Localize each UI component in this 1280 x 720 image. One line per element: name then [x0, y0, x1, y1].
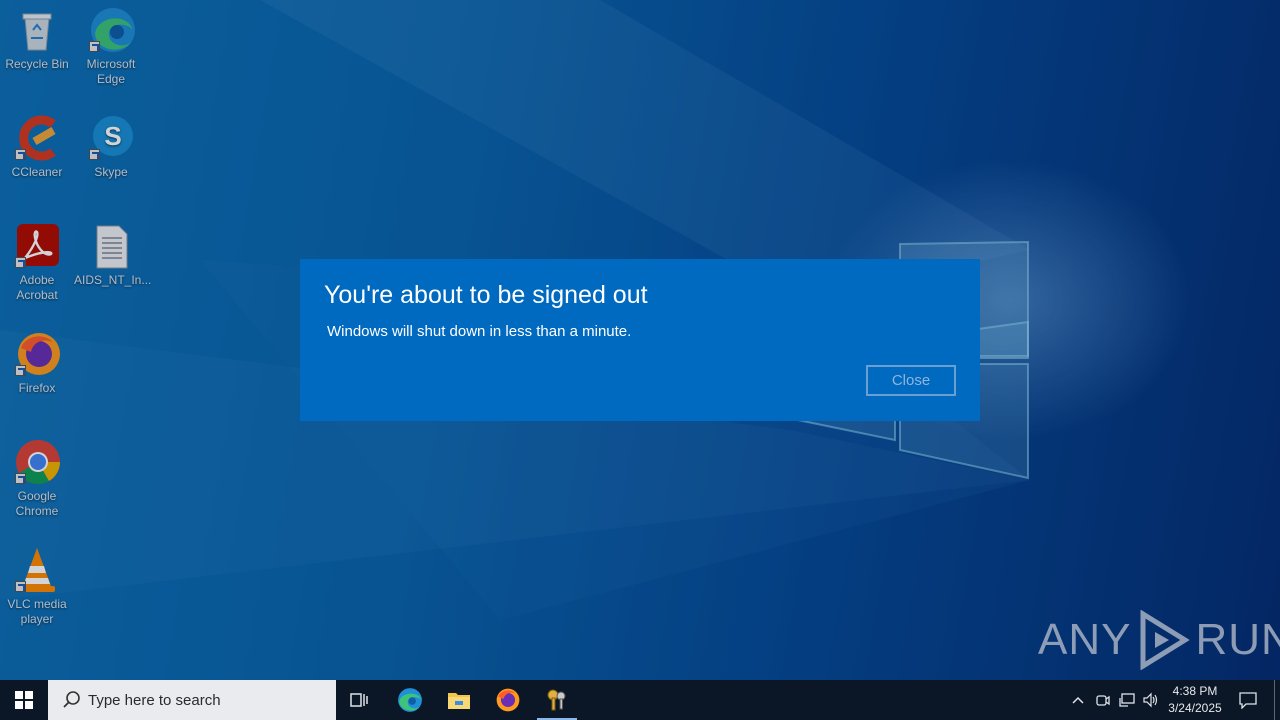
clock-time: 4:38 PM	[1172, 684, 1218, 698]
task-view-icon	[350, 693, 368, 707]
keys-app-icon	[547, 689, 566, 711]
taskbar-firefox-button[interactable]	[484, 680, 532, 720]
taskbar-explorer-button[interactable]	[435, 680, 483, 720]
start-button[interactable]	[0, 680, 48, 720]
meet-now-icon	[1096, 695, 1110, 706]
tray-app-button[interactable]	[1092, 680, 1114, 720]
action-center-button[interactable]	[1234, 680, 1262, 720]
search-placeholder: Type here to search	[88, 691, 221, 709]
clock-date: 3/24/2025	[1168, 701, 1222, 715]
search-icon	[63, 691, 80, 708]
network-button[interactable]	[1116, 680, 1138, 720]
volume-button[interactable]	[1140, 680, 1162, 720]
taskbar-edge-button[interactable]	[386, 680, 434, 720]
taskbar-clock[interactable]: 4:38 PM 3/24/2025	[1162, 683, 1228, 717]
windows-start-icon	[15, 691, 33, 709]
close-button[interactable]: Close	[866, 365, 956, 396]
dialog-message: Windows will shut down in less than a mi…	[327, 323, 632, 340]
chevron-up-icon	[1072, 696, 1084, 704]
taskbar-keys-app-button[interactable]	[533, 680, 581, 720]
firefox-icon	[496, 688, 520, 712]
taskbar: Type here to search 4:38 PM 3/24/2025	[0, 680, 1280, 720]
dialog-title: You're about to be signed out	[324, 281, 648, 309]
task-view-button[interactable]	[336, 680, 384, 720]
show-hidden-icons-button[interactable]	[1068, 680, 1088, 720]
taskbar-search-box[interactable]: Type here to search	[48, 680, 336, 720]
volume-icon	[1143, 692, 1158, 708]
edge-icon	[398, 688, 422, 712]
network-icon	[1119, 693, 1135, 707]
signout-dialog: You're about to be signed out Windows wi…	[300, 259, 980, 421]
show-desktop-button[interactable]	[1274, 680, 1275, 720]
file-explorer-icon	[448, 693, 470, 709]
notification-icon	[1239, 692, 1257, 709]
